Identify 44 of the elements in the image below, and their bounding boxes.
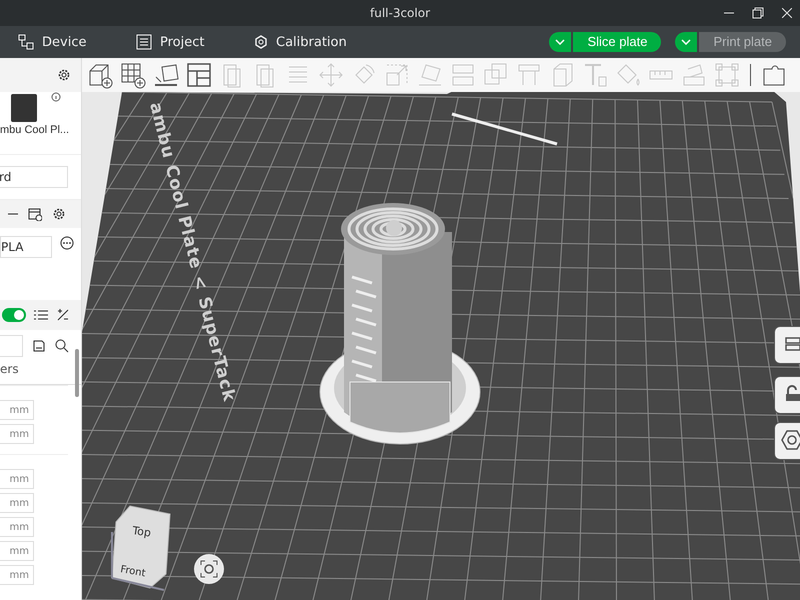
hex-nut-icon [781, 428, 800, 450]
filament-field[interactable]: PLA [0, 236, 52, 258]
gear-icon [254, 35, 268, 49]
lock-button[interactable] [774, 376, 800, 414]
value-field[interactable]: mm [0, 541, 34, 561]
value-field[interactable]: mm [0, 469, 34, 489]
device-icon [18, 34, 34, 50]
layout-icon[interactable] [185, 61, 213, 89]
close-icon[interactable] [782, 8, 792, 18]
restore-icon[interactable] [752, 7, 764, 19]
settings-icon[interactable] [52, 207, 66, 221]
process-field[interactable]: rd [0, 166, 68, 188]
dropdown-button[interactable] [675, 32, 698, 52]
calendar-icon[interactable] [28, 207, 42, 221]
search-icon[interactable] [55, 339, 69, 353]
settings-tab[interactable]: ers [0, 362, 19, 376]
arrange-button[interactable] [774, 422, 800, 460]
save-icon[interactable] [33, 340, 45, 352]
action-button[interactable]: Slice plate [573, 32, 662, 52]
settings-icon[interactable] [57, 68, 71, 82]
value-field[interactable]: mm [0, 424, 34, 444]
list-icon[interactable] [34, 309, 48, 321]
value-field[interactable]: mm [0, 400, 34, 420]
menu-tab[interactable]: Project [136, 34, 254, 50]
plate-type-label: mbu Cool Pl... [0, 124, 70, 136]
menu-tab[interactable]: Calibration [254, 34, 347, 50]
plate-settings-button[interactable] [774, 326, 800, 364]
menu-tab[interactable]: Device [18, 34, 136, 50]
window-title: full-3color [370, 6, 430, 20]
info-icon[interactable] [51, 92, 61, 102]
target-icon [200, 560, 218, 578]
search-field[interactable] [0, 335, 23, 357]
scrollbar[interactable] [75, 349, 79, 397]
value-field[interactable]: mm [0, 493, 34, 513]
value-field[interactable]: mm [0, 517, 34, 537]
list-icon [136, 34, 152, 50]
toggle-switch[interactable] [2, 308, 26, 322]
dropdown-button[interactable] [549, 32, 572, 52]
grid-add-icon[interactable] [119, 61, 147, 89]
value-field[interactable]: mm [0, 565, 34, 585]
chevron-icon [555, 39, 566, 45]
more-icon[interactable] [60, 236, 74, 250]
chevron-icon [681, 39, 692, 45]
plate-thumbnail [11, 94, 37, 122]
